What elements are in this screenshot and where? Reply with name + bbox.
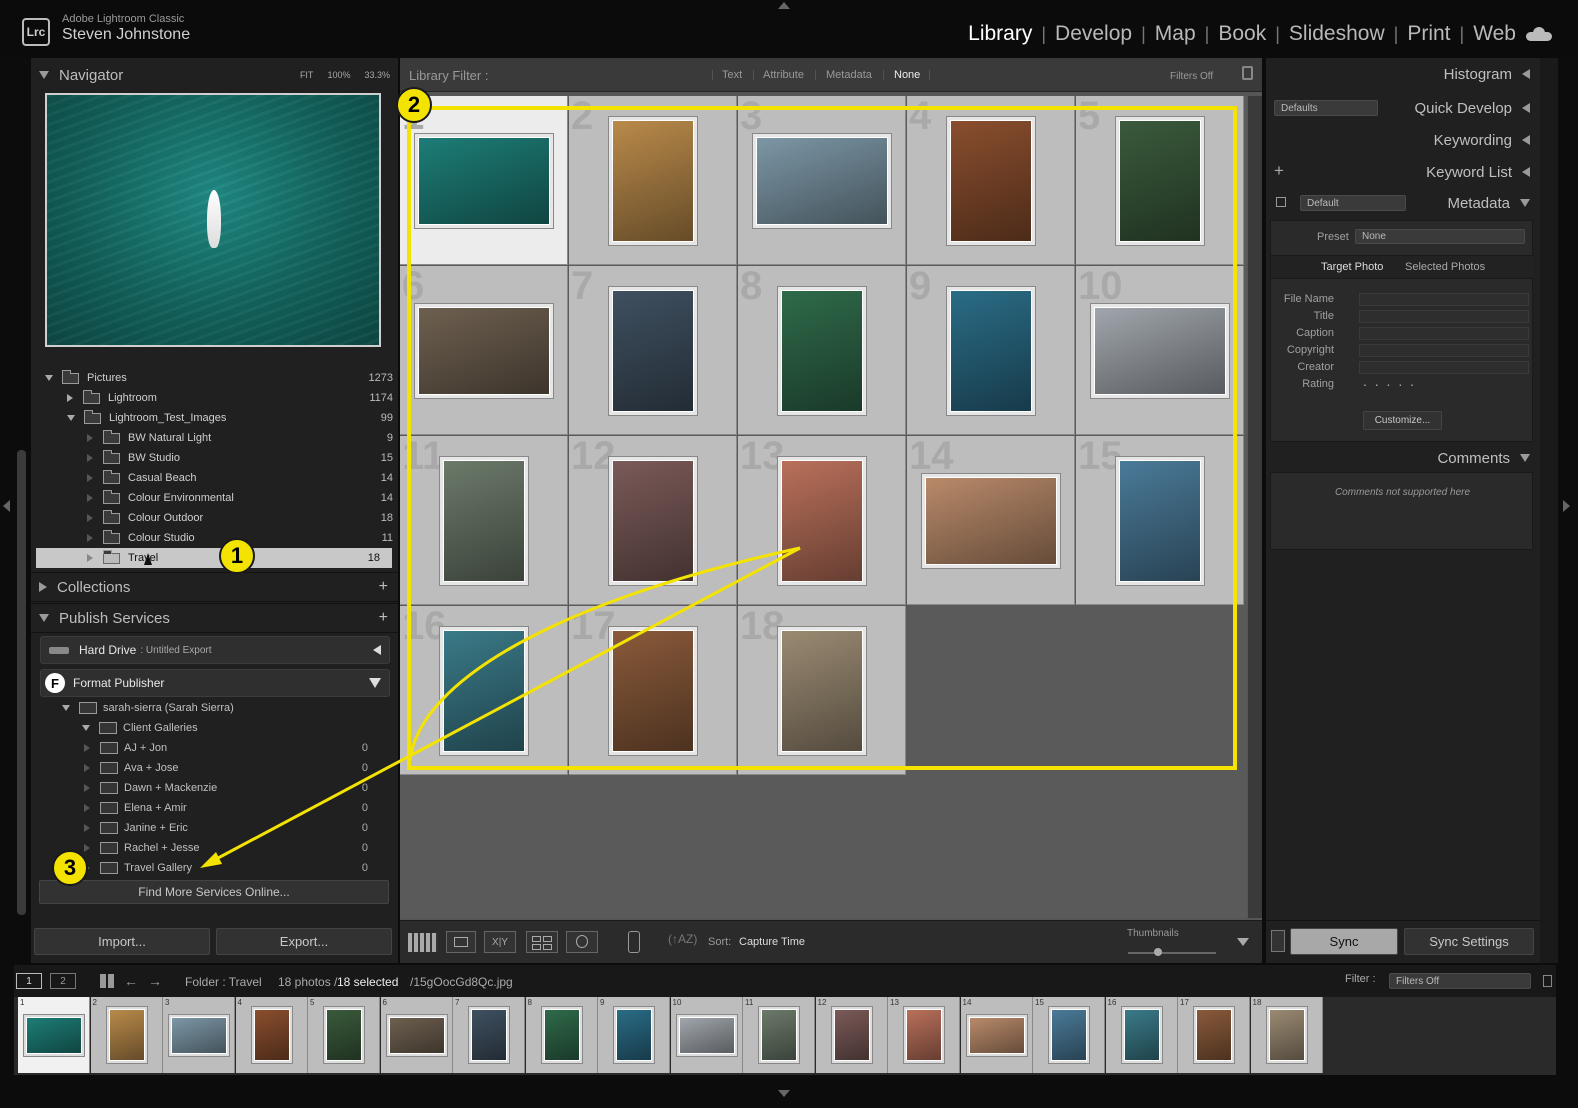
annotation-badge-1: 1 — [219, 538, 255, 574]
annotation-badge-2: 2 — [396, 87, 432, 123]
annotation-arrow-line — [204, 546, 801, 867]
annotation-badge-3: 3 — [52, 850, 88, 886]
annotation-arrowhead — [200, 852, 222, 868]
